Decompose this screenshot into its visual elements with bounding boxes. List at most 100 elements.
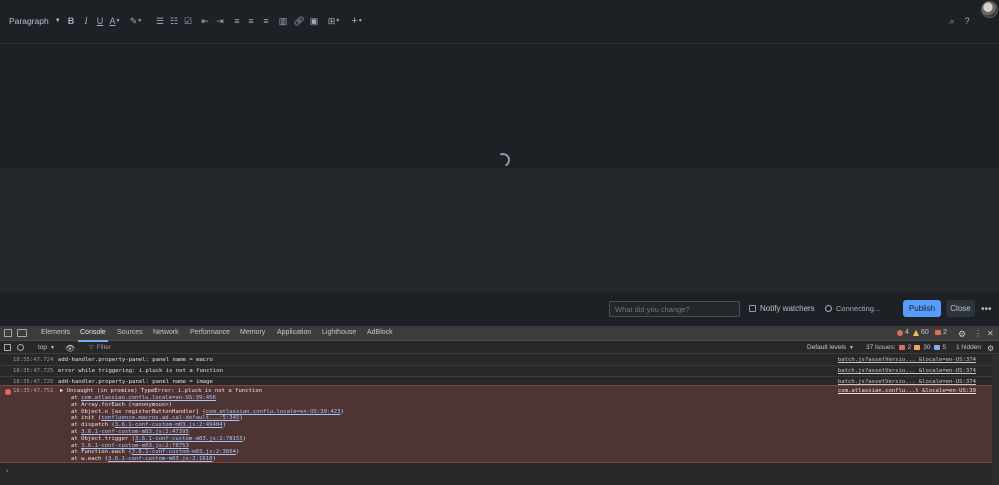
bold-icon[interactable]: B <box>65 15 77 27</box>
avatar[interactable] <box>981 1 998 18</box>
notify-watchers-toggle[interactable]: Notify watchers <box>749 304 815 313</box>
editor-canvas-top <box>0 44 999 168</box>
stack-trace-line: at com.atlassian.conflu.locale=en-US:39:… <box>71 395 216 401</box>
sidebar-toggle-icon[interactable] <box>4 344 11 351</box>
align-left-icon[interactable]: ≡ <box>231 15 243 27</box>
tab-console[interactable]: Console <box>78 329 108 342</box>
more-actions-button[interactable]: ••• <box>981 304 992 315</box>
image-icon[interactable]: ▣ <box>308 15 320 27</box>
numbered-list-icon[interactable]: ☷ <box>168 15 180 27</box>
task-list-icon[interactable]: ☑ <box>182 15 194 27</box>
log-levels-dropdown[interactable]: Default levels ▼ <box>807 344 854 351</box>
live-expression-eye-icon[interactable]: 👁︎ <box>65 344 75 353</box>
connection-status-text: Connecting... <box>836 304 881 313</box>
issue-error-count: 2 <box>907 344 912 351</box>
tab-adblock[interactable]: AdBlock <box>367 329 393 336</box>
error-count-value: 4 <box>905 329 909 336</box>
find-icon[interactable]: ⌕ <box>946 15 958 27</box>
clear-console-icon[interactable] <box>17 344 24 351</box>
align-center-icon[interactable]: ≡ <box>245 15 257 27</box>
stack-trace-link[interactable]: 3.6.1-conf-custom-m03.js:2:1610 <box>108 456 212 462</box>
app-root: Paragraph ▼ B I U A ▼ ✎ ▼ ☰ ☷ ☑ ⇤ ⇥ ≡ ≡ ≡ … <box>0 0 999 485</box>
change-description-input[interactable] <box>609 301 740 317</box>
tab-elements[interactable]: Elements <box>41 329 70 336</box>
stack-trace-link[interactable]: confluence.macros.ad.cal-default...:5:34… <box>101 415 239 421</box>
notify-watchers-checkbox[interactable] <box>749 305 756 312</box>
error-icon <box>897 329 903 336</box>
console-filter-input[interactable]: ▽ Filter <box>89 344 111 351</box>
stack-trace-link[interactable]: 3.6.1-conf-custom-m03.js:2:49404 <box>115 422 223 428</box>
outdent-icon[interactable]: ⇤ <box>199 15 211 27</box>
issues-count[interactable]: 2 <box>935 329 947 336</box>
console-log-row: 18:35:47.725 error while triggering: i.p… <box>0 366 992 377</box>
stack-trace-link[interactable]: 3.6.1-conf-custom-m03.js:2:78155 <box>135 436 243 442</box>
log-message: error while triggering: i.pluck is not a… <box>58 368 224 374</box>
log-source-link[interactable]: batch.js?assetVersio..._&locale=en-US:37… <box>838 357 976 363</box>
tab-memory[interactable]: Memory <box>240 329 265 336</box>
issues-count-value: 2 <box>943 329 947 336</box>
help-icon[interactable]: ? <box>961 15 973 27</box>
text-style-icon[interactable]: ✎ ▼ <box>128 15 144 27</box>
chevron-down-icon: ▼ <box>849 344 854 351</box>
warning-icon <box>913 329 919 336</box>
tab-network[interactable]: Network <box>153 329 179 336</box>
stack-trace-link[interactable]: com.atlassian.conflu.locale=en-US:39:423 <box>206 409 341 415</box>
tab-performance[interactable]: Performance <box>190 329 230 336</box>
console-settings-gear-icon[interactable]: ⚙ <box>987 344 994 353</box>
link-icon[interactable]: 🔗︎ <box>293 15 305 27</box>
error-source-link[interactable]: com.atlassian.conflu...t_&locale=en-US:3… <box>838 388 976 394</box>
error-message-toggle[interactable]: ▶ Uncaught (in promise) TypeError: i.plu… <box>60 388 262 394</box>
log-timestamp: 18:35:47.725 <box>13 368 54 374</box>
publish-button[interactable]: Publish <box>903 300 941 317</box>
close-devtools-icon[interactable]: ✕ <box>987 329 994 338</box>
error-timestamp: 18:35:47.751 <box>13 388 54 394</box>
italic-icon[interactable]: I <box>80 15 92 27</box>
tab-application[interactable]: Application <box>277 329 311 336</box>
paragraph-style-dropdown[interactable]: Paragraph ▼ <box>9 16 61 26</box>
device-toolbar-icon[interactable] <box>17 329 27 337</box>
bullet-list-icon[interactable]: ☰ <box>154 15 166 27</box>
align-right-icon[interactable]: ≡ <box>260 15 272 27</box>
stack-trace-link[interactable]: 3.6.1-conf-custom-m03.js:2:47395 <box>81 429 189 435</box>
chevron-down-icon: ▼ <box>54 18 61 24</box>
inspect-element-icon[interactable] <box>4 329 12 337</box>
context-selector[interactable]: top ▼ <box>38 344 55 351</box>
issue-info-count: 5 <box>942 344 947 351</box>
layout-icon[interactable]: ▥ <box>277 15 289 27</box>
stack-trace-link[interactable]: 3.6.1-conf-custom-m03.js:2:78753 <box>81 443 189 449</box>
log-levels-label: Default levels <box>807 344 847 351</box>
hidden-count: 1 hidden <box>956 344 981 351</box>
console-filter-bar: top ▼ 👁︎ ▽ Filter Default levels ▼ 37 Is… <box>0 342 999 354</box>
underline-icon[interactable]: U <box>94 15 106 27</box>
log-message: add-handler.property-panel: panel name =… <box>58 357 213 363</box>
console-prompt[interactable]: › <box>5 467 9 475</box>
settings-gear-icon[interactable]: ⚙ <box>958 329 966 340</box>
console-scrollbar[interactable] <box>992 355 999 485</box>
insert-plus-icon[interactable]: + ▼ <box>349 15 365 27</box>
stack-trace-link[interactable]: 3.6.1-conf-custom-m03.js:2:3664 <box>132 449 236 455</box>
error-icon <box>5 389 11 395</box>
error-count[interactable]: 4 <box>897 329 909 336</box>
table-icon[interactable]: ⊞ ▼ <box>326 15 342 27</box>
stack-trace-line: at dispatch (3.6.1-conf-custom-m03.js:2:… <box>71 422 226 429</box>
connecting-icon <box>825 305 832 312</box>
text-color-icon[interactable]: A ▼ <box>107 15 123 27</box>
console-log-row: 18:35:47.724 add-handler.property-panel:… <box>0 355 992 366</box>
log-source-link[interactable]: batch.js?assetVersio..._&locale=en-US:37… <box>838 368 976 374</box>
stack-trace-line: at Function.each (3.6.1-conf-custom-m03.… <box>71 449 240 456</box>
stack-trace-line: at 3.6.1-conf-custom-m03.js:2:47395 <box>71 429 189 435</box>
devtools-panel: Elements Console Sources Network Perform… <box>0 326 999 485</box>
context-label: top <box>38 344 48 351</box>
close-button[interactable]: Close <box>946 300 975 317</box>
warning-count[interactable]: 60 <box>913 329 929 336</box>
issues-summary[interactable]: 37 Issues: 2 30 5 <box>866 344 946 351</box>
issues-label: 37 Issues: <box>866 344 896 351</box>
console-output: 18:35:47.724 add-handler.property-panel:… <box>0 355 999 485</box>
more-vertical-icon[interactable]: ⋮ <box>974 329 982 338</box>
tab-sources[interactable]: Sources <box>117 329 143 336</box>
stack-trace-link[interactable]: com.atlassian.conflu.locale=en-US:39:456 <box>81 395 216 401</box>
tab-lighthouse[interactable]: Lighthouse <box>322 329 356 336</box>
connection-status: Connecting... <box>825 304 880 313</box>
indent-icon[interactable]: ⇥ <box>214 15 226 27</box>
filter-funnel-icon: ▽ <box>89 345 94 351</box>
